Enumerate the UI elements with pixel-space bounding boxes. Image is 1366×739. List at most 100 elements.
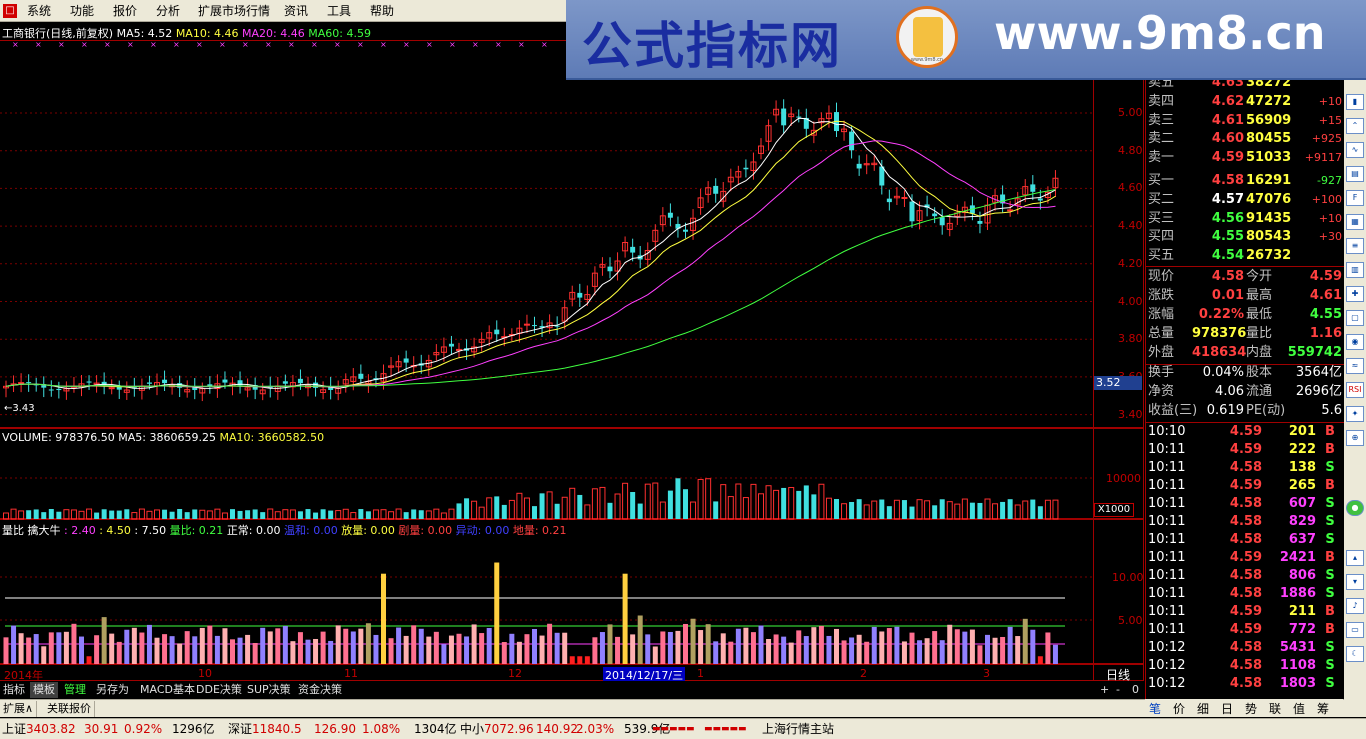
tab-dde[interactable]: DDE决策: [193, 682, 245, 698]
tick-row[interactable]: 10:11 4.58 1886 S: [1146, 585, 1344, 603]
tick-row[interactable]: 10:11 4.59 211 B: [1146, 603, 1344, 621]
tool-rsi-icon[interactable]: RSI: [1346, 382, 1364, 398]
bid-row[interactable]: 买一 4.58 16291 -927: [1146, 172, 1344, 190]
tool-expand-icon[interactable]: ⊕: [1346, 430, 1364, 446]
tab-day[interactable]: 日: [1221, 700, 1233, 717]
bid-row[interactable]: 买三 4.56 91435 +10: [1146, 210, 1344, 228]
tab-template[interactable]: 模板: [30, 682, 58, 698]
volume-title: VOLUME: 978376.50 MA5: 3860659.25 MA10: …: [2, 431, 325, 444]
tool-down-icon[interactable]: ▾: [1346, 574, 1364, 590]
tool-f10-icon[interactable]: F: [1346, 190, 1364, 206]
indicator-bar: [101, 617, 107, 664]
level-price: 4.56: [1211, 210, 1244, 226]
tab-macd[interactable]: MACD基本: [137, 682, 198, 698]
tool-trend-icon[interactable]: ⌃: [1346, 118, 1364, 134]
volume-bar: [372, 509, 379, 520]
tab-linked[interactable]: 联: [1269, 700, 1281, 717]
zoom-out-button[interactable]: -: [1113, 682, 1123, 698]
zoom-in-button[interactable]: +: [1097, 682, 1112, 698]
tool-gift-icon[interactable]: ✦: [1346, 406, 1364, 422]
tab-trend[interactable]: 势: [1245, 700, 1257, 717]
level-label: 卖三: [1148, 112, 1175, 128]
quote-label: 总量: [1148, 326, 1175, 341]
tick-row[interactable]: 10:11 4.58 607 S: [1146, 495, 1344, 513]
tab-chips[interactable]: 筹: [1317, 700, 1329, 717]
tool-calendar-icon[interactable]: ▭: [1346, 622, 1364, 638]
tab-indicator[interactable]: 指标: [0, 682, 28, 698]
volume-bar: [735, 483, 742, 520]
indicator-bar: [554, 632, 560, 664]
quote-value: 978376: [1192, 326, 1247, 341]
tool-music-icon[interactable]: ♪: [1346, 598, 1364, 614]
tick-row[interactable]: 10:11 4.58 138 S: [1146, 459, 1344, 477]
volume-bar: [267, 508, 274, 520]
tool-moon-icon[interactable]: ☾: [1346, 646, 1364, 662]
tool-bar-icon[interactable]: ▥: [1346, 262, 1364, 278]
indicator-bar: [705, 624, 711, 664]
tab-save-as[interactable]: 另存为: [93, 682, 132, 698]
bid-row[interactable]: 买四 4.55 80543 +30: [1146, 228, 1344, 246]
price-axis-label: 3.40: [1118, 407, 1143, 421]
zx-index[interactable]: 中小7072.96: [460, 719, 534, 739]
indicator-bar: [267, 631, 273, 664]
indicator-bar: [834, 628, 839, 664]
tab-manage[interactable]: 管理: [61, 682, 89, 698]
indicator-bar: [305, 639, 311, 664]
indicator-bar: [1045, 632, 1051, 664]
volume-bar: [720, 484, 727, 520]
volume-bar: [289, 509, 296, 520]
tick-row[interactable]: 10:11 4.58 829 S: [1146, 513, 1344, 531]
server-station[interactable]: 上海行情主站: [762, 719, 834, 739]
tick-row[interactable]: 10:12 4.58 5431 S: [1146, 639, 1344, 657]
tool-list-icon[interactable]: ≡: [1346, 238, 1364, 254]
tool-eye-icon[interactable]: ◉: [1346, 334, 1364, 350]
tick-row[interactable]: 10:11 4.58 637 S: [1146, 531, 1344, 549]
tab-tick[interactable]: 笔: [1149, 700, 1161, 717]
tick-row[interactable]: 10:11 4.59 772 B: [1146, 621, 1344, 639]
tool-line-icon[interactable]: ∿: [1346, 142, 1364, 158]
tool-kline-icon[interactable]: ▮: [1346, 94, 1364, 110]
tool-wave-icon[interactable]: ≈: [1346, 358, 1364, 374]
tab-detail[interactable]: 细: [1197, 700, 1209, 717]
tool-grid-icon[interactable]: ▦: [1346, 214, 1364, 230]
indicator-bar: [1052, 644, 1058, 664]
quote-value: 4.61: [1309, 288, 1342, 303]
zoom-reset-button[interactable]: 0: [1129, 682, 1142, 698]
tick-row[interactable]: 10:12 4.58 1108 S: [1146, 657, 1344, 675]
level-price: 4.54: [1211, 248, 1244, 264]
tab-price[interactable]: 价: [1173, 700, 1185, 717]
tool-window-icon[interactable]: ▢: [1346, 310, 1364, 326]
bid-row[interactable]: 买五 4.54 26732: [1146, 247, 1344, 265]
tick-row[interactable]: 10:11 4.59 265 B: [1146, 477, 1344, 495]
volume-bar: [26, 510, 32, 519]
tick-price: 4.58: [1229, 676, 1262, 691]
ask-row[interactable]: 卖三 4.61 56909 +15: [1146, 112, 1344, 130]
sz-index[interactable]: 深证11840.5: [228, 719, 302, 739]
indicator-bar: [826, 635, 832, 664]
volume-bar: [411, 509, 417, 519]
ask-row[interactable]: 卖一 4.59 51033 +9117: [1146, 149, 1344, 167]
tick-row[interactable]: 10:11 4.59 2421 B: [1146, 549, 1344, 567]
tick-row[interactable]: 10:10 4.59 201 B: [1146, 423, 1344, 441]
tick-row[interactable]: 10:11 4.59 222 B: [1146, 441, 1344, 459]
tab-expand[interactable]: 扩展∧: [0, 701, 38, 717]
tab-fund[interactable]: 资金决策: [295, 682, 345, 698]
marker-x: ×: [357, 40, 364, 49]
tool-green-icon[interactable]: ●: [1346, 500, 1364, 516]
indicator-bar: [381, 573, 386, 664]
candle-body: [939, 217, 945, 226]
tick-row[interactable]: 10:12 4.58 1803 S: [1146, 675, 1344, 693]
tool-chart-icon[interactable]: ▤: [1346, 166, 1364, 182]
bid-row[interactable]: 买二 4.57 47076 +100: [1146, 191, 1344, 209]
sh-index[interactable]: 上证3403.82: [2, 719, 76, 739]
tool-up-icon[interactable]: ▴: [1346, 550, 1364, 566]
tab-value[interactable]: 值: [1293, 700, 1305, 717]
ask-row[interactable]: 卖四 4.62 47272 +10: [1146, 93, 1344, 111]
tab-related-quote[interactable]: 关联报价: [44, 701, 95, 717]
tab-sup[interactable]: SUP决策: [244, 682, 294, 698]
tool-cross-icon[interactable]: ✚: [1346, 286, 1364, 302]
indicator-tabs: 指标 模板 管理 另存为 MACD基本 DDE决策 SUP决策 资金决策 + -…: [0, 681, 1143, 699]
volume-bar: [486, 497, 493, 520]
tick-row[interactable]: 10:11 4.58 806 S: [1146, 567, 1344, 585]
ask-row[interactable]: 卖二 4.60 80455 +925: [1146, 130, 1344, 148]
